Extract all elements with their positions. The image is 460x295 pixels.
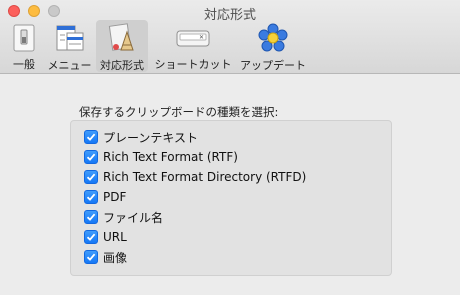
menu-icon [54, 23, 86, 53]
checkbox[interactable] [84, 190, 98, 204]
format-option-filename[interactable]: ファイル名 [84, 207, 306, 227]
toolbar-item-update[interactable]: アップデート [238, 20, 308, 72]
checkmark-icon [86, 173, 96, 181]
checkbox[interactable] [84, 150, 98, 164]
toolbar-item-menu[interactable]: メニュー [43, 20, 96, 72]
format-option-label: プレーンテキスト [103, 130, 199, 145]
formats-option-list: プレーンテキスト Rich Text Format (RTF) Rich Tex… [84, 127, 306, 267]
toolbar-item-label: ショートカット [154, 58, 232, 71]
checkbox[interactable] [84, 210, 98, 224]
preferences-window: 対応形式 一般 メニュー 対応形式 ✕ ショートカット アップデート 保存するク… [0, 0, 460, 295]
format-option-label: PDF [103, 190, 127, 204]
formats-icon [106, 23, 138, 53]
preferences-toolbar: 一般 メニュー 対応形式 ✕ ショートカット アップデート [5, 20, 308, 72]
update-icon [257, 23, 289, 53]
toolbar-item-label: メニュー [47, 59, 92, 72]
format-option-label: URL [103, 230, 127, 244]
checkmark-icon [86, 193, 96, 201]
format-option-label: Rich Text Format Directory (RTFD) [103, 170, 307, 184]
checkmark-icon [86, 213, 96, 221]
format-option-label: Rich Text Format (RTF) [103, 150, 238, 164]
toolbar-item-label: 一般 [13, 58, 35, 71]
checkmark-icon [86, 233, 96, 241]
title-bar: 対応形式 一般 メニュー 対応形式 ✕ ショートカット アップデート [0, 0, 460, 74]
format-option-plain-text[interactable]: プレーンテキスト [84, 127, 306, 147]
checkbox[interactable] [84, 170, 98, 184]
svg-text:✕: ✕ [199, 34, 204, 41]
checkmark-icon [86, 133, 96, 141]
format-option-image[interactable]: 画像 [84, 247, 306, 267]
format-option-rtf[interactable]: Rich Text Format (RTF) [84, 147, 306, 167]
toolbar-item-shortcuts[interactable]: ✕ ショートカット [148, 20, 238, 72]
checkmark-icon [86, 253, 96, 261]
format-option-pdf[interactable]: PDF [84, 187, 306, 207]
checkbox[interactable] [84, 130, 98, 144]
format-option-label: ファイル名 [103, 210, 164, 225]
format-option-url[interactable]: URL [84, 227, 306, 247]
toolbar-item-label: アップデート [240, 59, 306, 72]
toolbar-item-label: 対応形式 [100, 59, 144, 72]
checkbox[interactable] [84, 250, 98, 264]
checkmark-icon [86, 153, 96, 161]
checkbox[interactable] [84, 230, 98, 244]
switch-icon [8, 23, 40, 52]
toolbar-item-formats[interactable]: 対応形式 [96, 20, 148, 72]
format-option-rtfd[interactable]: Rich Text Format Directory (RTFD) [84, 167, 306, 187]
formats-caption: 保存するクリップボードの種類を選択: [79, 105, 279, 119]
format-option-label: 画像 [103, 250, 128, 265]
keyboard-icon: ✕ [173, 23, 213, 52]
toolbar-item-general[interactable]: 一般 [5, 20, 43, 72]
